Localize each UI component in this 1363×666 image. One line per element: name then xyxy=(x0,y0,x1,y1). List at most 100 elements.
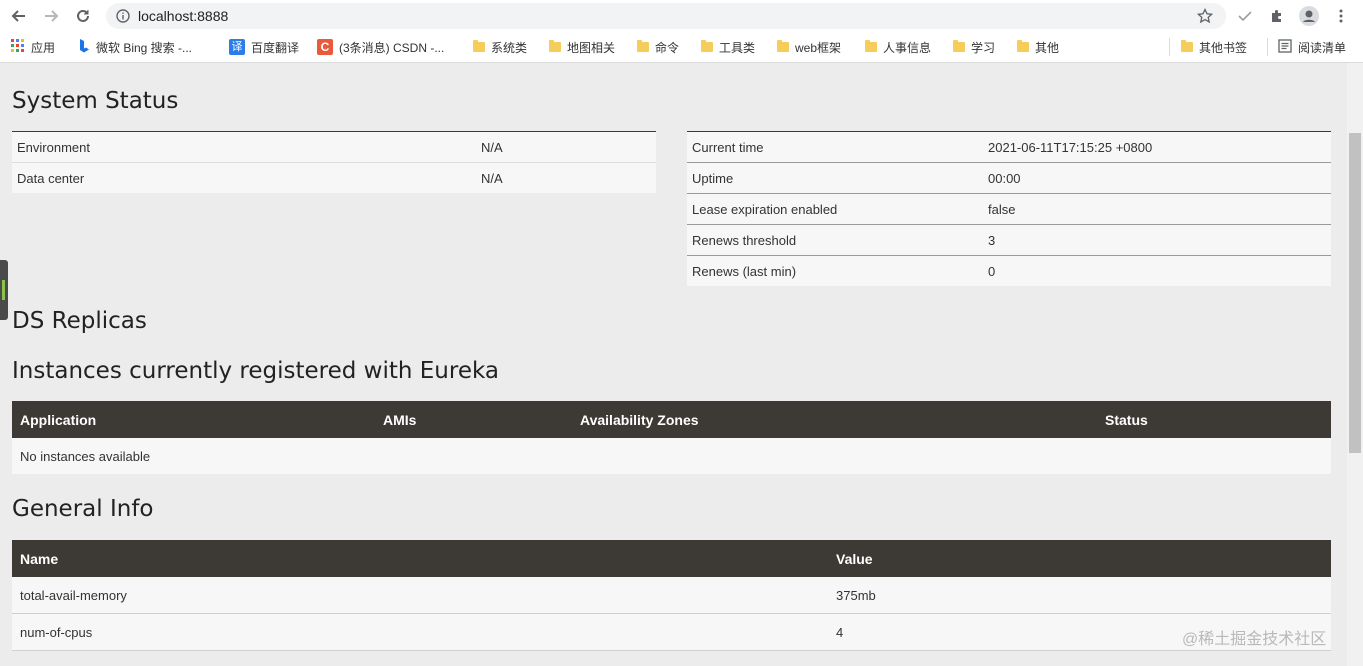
info-name: total-avail-memory xyxy=(12,577,828,614)
bookmarks-divider xyxy=(1267,38,1268,56)
menu-kebab-icon[interactable] xyxy=(1329,4,1353,28)
system-status-left-table: Environment N/A Data center N/A xyxy=(12,131,656,193)
bookmark-label: web框架 xyxy=(795,40,842,55)
bing-icon xyxy=(78,38,90,56)
bookmark-folder-system[interactable]: 系统类 xyxy=(473,39,527,55)
table-row: Renews threshold 3 xyxy=(687,224,1331,256)
bookmark-label: 其他 xyxy=(1035,40,1060,55)
folder-icon xyxy=(953,40,965,52)
csdn-icon: C xyxy=(317,39,333,55)
bookmark-label: 应用 xyxy=(31,40,56,55)
table-header-row: Application AMIs Availability Zones Stat… xyxy=(12,401,1331,438)
table-row: Renews (last min) 0 xyxy=(687,255,1331,286)
eureka-dashboard: System Status Environment N/A Data cente… xyxy=(0,63,1347,666)
folder-icon xyxy=(1017,40,1029,52)
status-value: 0 xyxy=(983,255,1331,286)
bookmark-folder-maps[interactable]: 地图相关 xyxy=(549,39,615,55)
status-key: Environment xyxy=(12,131,476,163)
bookmark-label: 工具类 xyxy=(719,40,756,55)
profile-avatar-icon[interactable] xyxy=(1297,4,1321,28)
bookmark-label: 阅读清单 xyxy=(1298,40,1347,55)
folder-icon xyxy=(701,40,713,52)
instances-table: Application AMIs Availability Zones Stat… xyxy=(12,401,1331,474)
scrollbar-thumb[interactable] xyxy=(1349,133,1361,453)
system-status-right-table: Current time 2021-06-11T17:15:25 +0800 U… xyxy=(687,131,1331,286)
browser-toolbar: localhost:8888 xyxy=(0,0,1363,32)
folder-icon xyxy=(549,40,561,52)
table-row: total-avail-memory 375mb xyxy=(12,577,1331,614)
bookmark-other-bookmarks[interactable]: 其他书签 xyxy=(1181,39,1247,55)
folder-icon xyxy=(1181,40,1193,52)
status-value: 00:00 xyxy=(983,162,1331,194)
table-row: Lease expiration enabled false xyxy=(687,193,1331,225)
status-key: Uptime xyxy=(687,162,983,194)
check-extension-icon[interactable] xyxy=(1233,4,1257,28)
status-value: N/A xyxy=(476,131,656,163)
general-info-table: Name Value total-avail-memory 375mb num-… xyxy=(12,540,1331,651)
status-value: N/A xyxy=(476,162,656,193)
reload-icon[interactable] xyxy=(68,1,98,31)
bookmark-label: 微软 Bing 搜索 -... xyxy=(96,40,193,55)
bookmark-label: 学习 xyxy=(971,40,996,55)
extensions-puzzle-icon[interactable] xyxy=(1265,4,1289,28)
apps-grid-icon xyxy=(11,38,25,56)
status-key: Renews (last min) xyxy=(687,255,983,286)
reading-list-icon xyxy=(1278,38,1292,56)
bookmark-label: (3条消息) CSDN -... xyxy=(339,40,445,55)
column-header-availability-zones: Availability Zones xyxy=(572,401,1097,438)
table-row: No instances available xyxy=(12,438,1331,474)
url-text: localhost:8888 xyxy=(138,8,229,24)
table-row: Uptime 00:00 xyxy=(687,162,1331,194)
table-row: num-of-cpus 4 xyxy=(12,613,1331,651)
bookmark-folder-tools[interactable]: 工具类 xyxy=(701,39,755,55)
bookmark-label: 系统类 xyxy=(491,40,528,55)
bookmark-apps[interactable]: 应用 xyxy=(11,38,56,56)
general-info-heading: General Info xyxy=(12,496,154,522)
column-header-name: Name xyxy=(12,540,828,577)
folder-icon xyxy=(637,40,649,52)
instances-heading: Instances currently registered with Eure… xyxy=(12,358,499,384)
bookmark-label: 其他书签 xyxy=(1199,40,1248,55)
column-header-status: Status xyxy=(1097,401,1331,438)
bookmark-label: 命令 xyxy=(655,40,680,55)
bookmarks-bar: 应用 微软 Bing 搜索 -... 译 百度翻译 C (3条消息) CSDN … xyxy=(0,32,1363,63)
bookmark-baidu-translate[interactable]: 译 百度翻译 xyxy=(229,39,299,55)
bookmark-label: 地图相关 xyxy=(567,40,616,55)
column-header-value: Value xyxy=(828,540,1331,577)
address-bar[interactable]: localhost:8888 xyxy=(106,3,1226,29)
watermark-text: @稀土掘金技术社区 xyxy=(1182,631,1327,648)
info-name: num-of-cpus xyxy=(12,613,828,651)
folder-icon xyxy=(865,40,877,52)
bookmark-folder-study[interactable]: 学习 xyxy=(953,39,995,55)
column-header-amis: AMIs xyxy=(375,401,572,438)
back-icon[interactable] xyxy=(4,1,34,31)
ds-replicas-heading: DS Replicas xyxy=(12,308,147,334)
status-key: Data center xyxy=(12,162,476,193)
table-row: Data center N/A xyxy=(12,162,656,193)
table-row: Environment N/A xyxy=(12,131,656,163)
bookmarks-divider xyxy=(1169,38,1170,56)
bookmark-bing[interactable]: 微软 Bing 搜索 -... xyxy=(78,38,193,56)
bookmark-folder-other[interactable]: 其他 xyxy=(1017,39,1059,55)
empty-instances-message: No instances available xyxy=(12,438,1331,474)
status-value: 3 xyxy=(983,224,1331,256)
translate-icon: 译 xyxy=(229,39,245,55)
bookmark-folder-commands[interactable]: 命令 xyxy=(637,39,679,55)
folder-icon xyxy=(777,40,789,52)
column-header-application: Application xyxy=(12,401,375,438)
table-header-row: Name Value xyxy=(12,540,1331,577)
status-key: Current time xyxy=(687,131,983,163)
bookmark-label: 百度翻译 xyxy=(251,40,300,55)
reading-list-button[interactable]: 阅读清单 xyxy=(1278,38,1347,56)
status-value: 2021-06-11T17:15:25 +0800 xyxy=(983,131,1331,163)
forward-icon[interactable] xyxy=(36,1,66,31)
site-info-icon[interactable] xyxy=(116,9,130,23)
status-key: Lease expiration enabled xyxy=(687,193,983,225)
bookmark-csdn[interactable]: C (3条消息) CSDN -... xyxy=(317,39,444,55)
bookmark-star-icon[interactable] xyxy=(1193,4,1217,28)
side-drawer-handle[interactable] xyxy=(0,260,8,320)
bookmark-folder-web[interactable]: web框架 xyxy=(777,39,841,55)
system-status-heading: System Status xyxy=(12,88,179,114)
bookmark-folder-hr[interactable]: 人事信息 xyxy=(865,39,931,55)
folder-icon xyxy=(473,40,485,52)
